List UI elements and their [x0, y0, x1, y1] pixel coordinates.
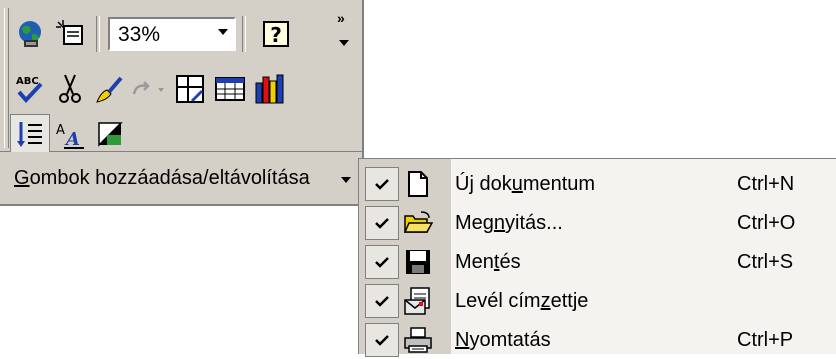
insert-table-icon[interactable] [210, 69, 250, 109]
menu-item[interactable]: Új dokumentum Ctrl+N [359, 165, 836, 203]
zoom-dropdown-arrow-icon[interactable] [218, 29, 228, 35]
toolbar-options-arrow-icon[interactable] [339, 40, 349, 46]
text-direction-icon[interactable] [10, 114, 50, 154]
toolbar-separator [96, 16, 100, 52]
open-folder-icon [403, 208, 433, 238]
document-map-icon[interactable] [50, 14, 90, 54]
menu-item[interactable]: Mentés Ctrl+S [359, 243, 836, 281]
toolbar-row-3: A A [10, 112, 130, 156]
buttons-submenu: Új dokumentum Ctrl+N Megnyitás... Ctrl+O Men… [358, 158, 836, 357]
cut-icon[interactable] [50, 69, 90, 109]
zoom-value: 33% [118, 23, 161, 46]
menu-item-shortcut: Ctrl+S [737, 251, 794, 273]
menu-item[interactable]: Megnyitás... Ctrl+O [359, 204, 836, 242]
menu-item-label: Új dokumentum [455, 173, 596, 195]
web-globe-icon[interactable] [10, 14, 50, 54]
change-case-icon[interactable]: A A [50, 114, 90, 154]
insert-chart-icon[interactable] [250, 69, 290, 109]
toolbar-grip[interactable] [4, 8, 9, 148]
menu-item[interactable]: Nyomtatás Ctrl+P [359, 321, 836, 359]
menu-item-shortcut: Ctrl+P [737, 329, 794, 351]
svg-text:A: A [56, 123, 65, 138]
add-remove-buttons-label: Gombok hozzáadása/eltávolítása [14, 167, 310, 189]
spelling-icon[interactable]: ABC [10, 69, 50, 109]
toolbar-row-1: 33% ? [10, 12, 294, 56]
svg-text:?: ? [270, 23, 282, 47]
save-disk-icon [403, 247, 433, 277]
check-icon [365, 245, 399, 279]
menu-item[interactable]: Levél címzettje [359, 282, 836, 320]
svg-text:A: A [64, 129, 80, 150]
toolbar-row-2: ABC [10, 67, 290, 111]
add-remove-arrow-icon [341, 177, 351, 183]
check-icon [365, 323, 399, 357]
menu-item-label: Nyomtatás [455, 329, 551, 351]
zoom-combo[interactable]: 33% [108, 17, 236, 51]
menu-item-label: Mentés [455, 251, 521, 273]
menu-item-label: Levél címzettje [455, 290, 589, 312]
print-icon [403, 325, 433, 355]
svg-text:ABC: ABC [16, 76, 39, 87]
shading-icon[interactable] [90, 114, 130, 154]
toolbar-separator [242, 16, 246, 52]
new-document-icon [403, 169, 433, 199]
add-remove-buttons-menu[interactable]: Gombok hozzáadása/eltávolítása [0, 152, 364, 206]
help-icon[interactable]: ? [258, 17, 294, 51]
check-icon [365, 206, 399, 240]
toolbar-panel: 33% ? » ABC A A [0, 0, 364, 154]
insert-frame-icon[interactable] [170, 69, 210, 109]
check-icon [365, 284, 399, 318]
menu-item-label: Megnyitás... [455, 212, 563, 234]
mail-recipient-icon [403, 286, 433, 316]
menu-item-shortcut: Ctrl+N [737, 173, 795, 195]
menu-item-shortcut: Ctrl+O [737, 212, 796, 234]
more-buttons-chevron-icon[interactable]: » [337, 11, 345, 25]
redo-icon[interactable] [130, 69, 170, 109]
format-painter-icon[interactable] [90, 69, 130, 109]
check-icon [365, 167, 399, 201]
